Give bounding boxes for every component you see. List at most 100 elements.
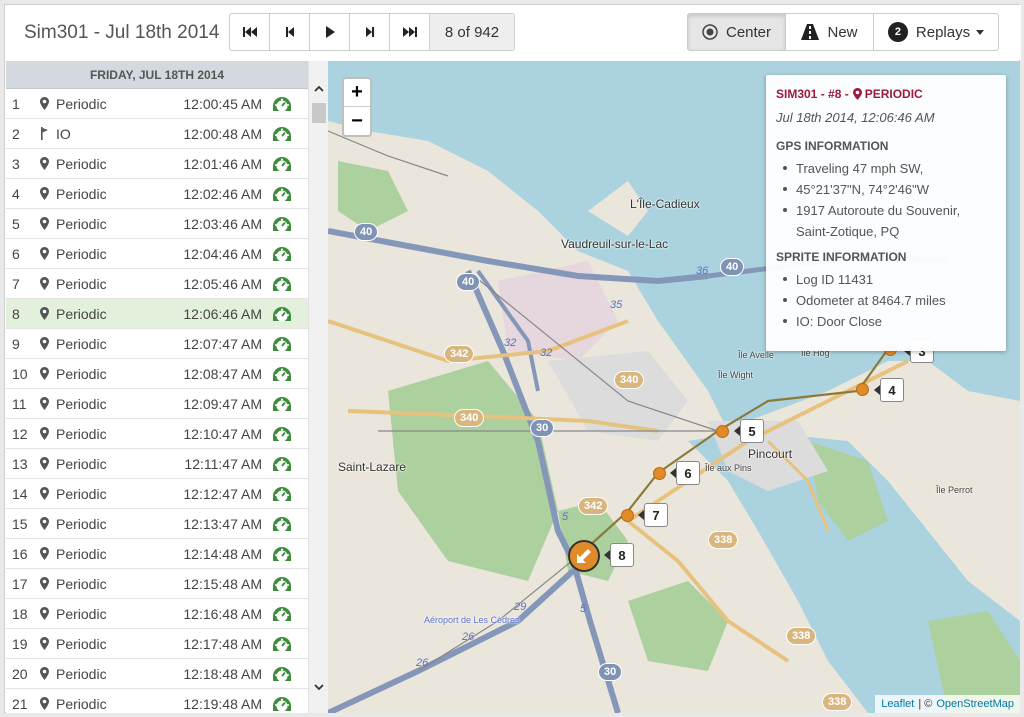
exit-number: 36 [696, 265, 709, 277]
zoom-in-button[interactable]: + [344, 79, 370, 107]
track-point[interactable] [716, 425, 729, 438]
marker-label[interactable]: 8 [604, 543, 634, 567]
list-item[interactable]: 5 Periodic 12:03:46 AM [6, 209, 308, 239]
list-item[interactable]: 4 Periodic 12:02:46 AM [6, 179, 308, 209]
center-button[interactable]: Center [688, 14, 786, 50]
event-list: FRIDAY, JUL 18TH 2014 1 Periodic 12:00:45 … [6, 61, 308, 713]
speedometer-icon[interactable] [262, 456, 302, 472]
pin-icon [36, 607, 52, 620]
speedometer-icon[interactable] [262, 486, 302, 502]
list-item[interactable]: 3 Periodic 12:01:46 AM [6, 149, 308, 179]
exit-number: 5 [562, 511, 569, 523]
event-type: Periodic [56, 245, 107, 262]
gps-item: Traveling 47 mph SW, [776, 158, 996, 179]
popup-heading-text: SIM301 - #8 - [776, 87, 849, 101]
event-type: Periodic [56, 395, 107, 412]
speedometer-icon[interactable] [262, 306, 302, 322]
list-item[interactable]: 12 Periodic 12:10:47 AM [6, 419, 308, 449]
list-item[interactable]: 21 Periodic 12:19:48 AM [6, 689, 308, 713]
list-item[interactable]: 18 Periodic 12:16:48 AM [6, 599, 308, 629]
day-header: FRIDAY, JUL 18TH 2014 [6, 61, 308, 89]
map-view[interactable]: L'Île-Cadieux Vaudreuil-sur-le-Lac Saint… [328, 61, 1020, 713]
speedometer-icon[interactable] [262, 186, 302, 202]
row-number: 1 [12, 95, 20, 112]
speedometer-icon[interactable] [262, 156, 302, 172]
event-type: Periodic [56, 605, 107, 622]
place-ile-perrot: Île Perrot [936, 485, 973, 495]
list-item[interactable]: 14 Periodic 12:12:47 AM [6, 479, 308, 509]
speedometer-icon[interactable] [262, 666, 302, 682]
attribution-separator: | © [918, 698, 933, 710]
marker-label[interactable]: 4 [874, 378, 904, 402]
place-vaudreuil: Vaudreuil-sur-le-Lac [561, 237, 669, 251]
position-counter: 8 of 942 [430, 14, 514, 50]
speedometer-icon[interactable] [262, 216, 302, 232]
list-item[interactable]: 8 Periodic 12:06:46 AM [6, 299, 308, 329]
replays-dropdown[interactable]: 2 Replays [874, 14, 998, 50]
event-type: Periodic [56, 455, 107, 472]
caret-down-icon [976, 29, 985, 35]
speedometer-icon[interactable] [262, 606, 302, 622]
new-button[interactable]: New [786, 14, 874, 50]
list-scrollbar[interactable] [308, 61, 328, 713]
speedometer-icon[interactable] [262, 696, 302, 712]
pin-icon [852, 88, 862, 100]
row-number: 6 [12, 245, 20, 262]
pin-icon [36, 97, 52, 110]
gps-list: Traveling 47 mph SW, 45°21'37"N, 74°2'46… [776, 158, 996, 242]
speedometer-icon[interactable] [262, 516, 302, 532]
track-point[interactable] [621, 509, 634, 522]
list-item[interactable]: 7 Periodic 12:05:46 AM [6, 269, 308, 299]
previous-button[interactable] [270, 14, 310, 50]
list-item[interactable]: 13 Periodic 12:11:47 AM [6, 449, 308, 479]
speedometer-icon[interactable] [262, 126, 302, 142]
speedometer-icon[interactable] [262, 426, 302, 442]
speedometer-icon[interactable] [262, 276, 302, 292]
track-point[interactable] [856, 383, 869, 396]
row-number: 9 [12, 335, 20, 352]
list-item[interactable]: 6 Periodic 12:04:46 AM [6, 239, 308, 269]
scroll-down-icon[interactable] [313, 681, 325, 693]
list-item[interactable]: 9 Periodic 12:07:47 AM [6, 329, 308, 359]
osm-link[interactable]: OpenStreetMap [936, 698, 1014, 710]
speedometer-icon[interactable] [262, 366, 302, 382]
road-icon [801, 24, 820, 40]
speedometer-icon[interactable] [262, 546, 302, 562]
list-item[interactable]: 10 Periodic 12:08:47 AM [6, 359, 308, 389]
list-item[interactable]: 1 Periodic 12:00:45 AM [6, 89, 308, 119]
route-shield: 338 [708, 531, 739, 549]
speedometer-icon[interactable] [262, 336, 302, 352]
marker-label[interactable]: 5 [734, 419, 764, 443]
track-point[interactable] [653, 467, 666, 480]
speedometer-icon[interactable] [262, 96, 302, 112]
speedometer-icon[interactable] [262, 636, 302, 652]
list-item[interactable]: 16 Periodic 12:14:48 AM [6, 539, 308, 569]
list-item[interactable]: 2 IO 12:00:48 AM [6, 119, 308, 149]
row-number: 4 [12, 185, 20, 202]
speedometer-icon[interactable] [262, 396, 302, 412]
list-item[interactable]: 15 Periodic 12:13:47 AM [6, 509, 308, 539]
list-item[interactable]: 20 Periodic 12:18:48 AM [6, 659, 308, 689]
speedometer-icon[interactable] [262, 576, 302, 592]
last-button[interactable] [390, 14, 430, 50]
event-rows: 1 Periodic 12:00:45 AM 2 IO 12:00:48 AM 3 Perio… [6, 89, 308, 713]
scroll-thumb[interactable] [312, 103, 326, 123]
leaflet-link[interactable]: Leaflet [881, 698, 914, 710]
marker-label[interactable]: 6 [670, 461, 700, 485]
first-button[interactable] [230, 14, 270, 50]
scroll-up-icon[interactable] [313, 83, 325, 95]
speedometer-icon[interactable] [262, 246, 302, 262]
zoom-out-button[interactable]: − [344, 107, 370, 135]
play-button[interactable] [310, 14, 350, 50]
next-button[interactable] [350, 14, 390, 50]
list-item[interactable]: 11 Periodic 12:09:47 AM [6, 389, 308, 419]
pin-icon [36, 307, 52, 320]
route-shield: 40 [354, 223, 379, 241]
event-time: 12:10:47 AM [183, 425, 262, 442]
list-item[interactable]: 19 Periodic 12:17:48 AM [6, 629, 308, 659]
list-item[interactable]: 17 Periodic 12:15:48 AM [6, 569, 308, 599]
pin-icon [36, 367, 52, 380]
marker-label[interactable]: 7 [638, 503, 668, 527]
current-position-marker[interactable] [568, 540, 600, 572]
pin-icon [36, 577, 52, 590]
